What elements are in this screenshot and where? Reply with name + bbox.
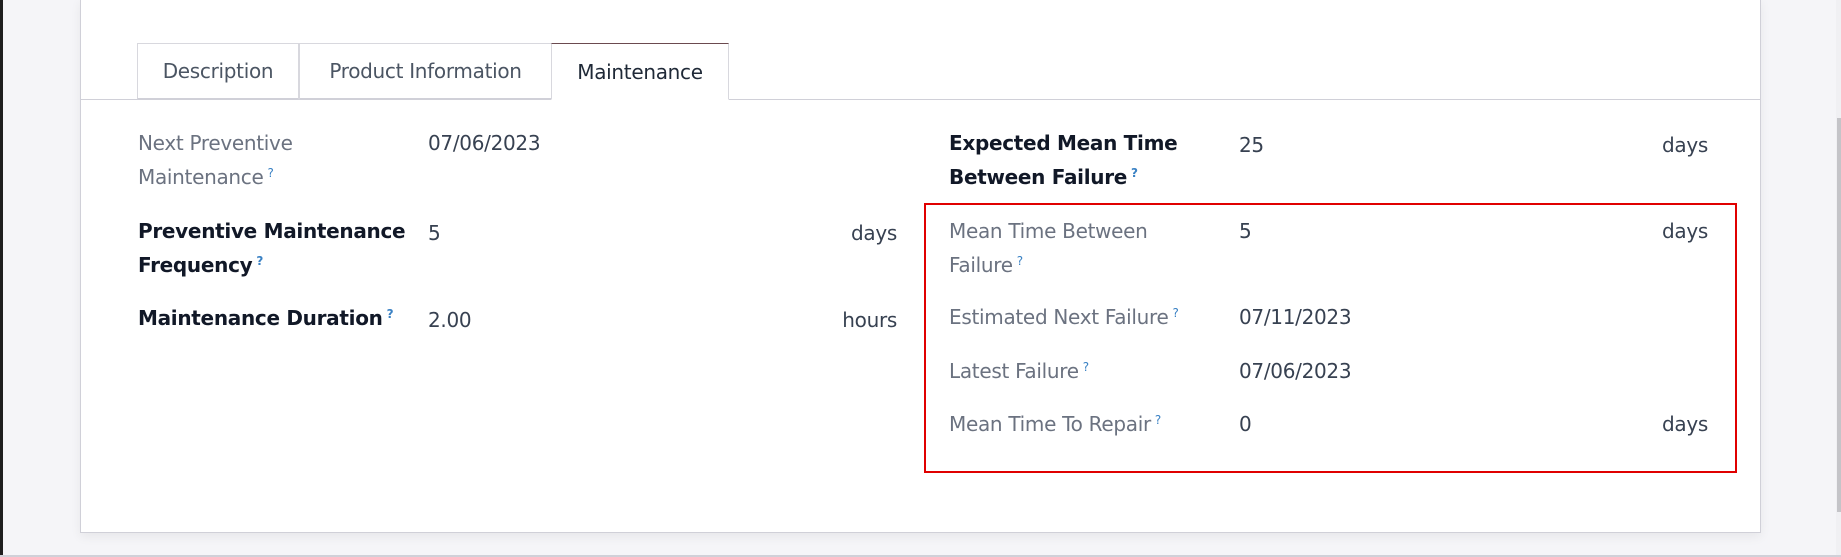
label-line: Failure [949,253,1013,277]
mean-time-to-repair-value: 0 [1239,412,1252,436]
label-line: Between Failure [949,165,1128,189]
mtbf-value: 5 [1239,219,1252,243]
latest-failure-value: 07/06/2023 [1239,359,1352,383]
preventive-maintenance-frequency-label: Preventive Maintenance Frequency? [138,214,406,282]
mean-time-to-repair-unit: days [1661,412,1708,436]
label-line: Frequency [138,253,253,277]
label-line: Preventive Maintenance [138,219,406,243]
maintenance-duration-input[interactable]: 2.00 [428,303,472,337]
tab-description[interactable]: Description [137,43,299,100]
form-sheet: Description Product Information Maintena… [80,0,1761,533]
tab-product-information[interactable]: Product Information [299,43,552,100]
mtbf-label: Mean Time Between Failure? [949,214,1148,282]
help-icon[interactable]: ? [256,254,263,268]
help-icon[interactable]: ? [1173,306,1179,320]
frequency-unit: days [850,221,897,245]
scrollbar-thumb[interactable] [1837,118,1841,512]
preventive-maintenance-frequency-input[interactable]: 5 [428,216,441,250]
expected-mtbf-input[interactable]: 25 [1239,128,1264,162]
label-line: Next Preventive [138,131,293,155]
label-text: Estimated Next Failure [949,305,1169,329]
tab-maintenance[interactable]: Maintenance [551,43,729,100]
label-line: Maintenance [138,165,264,189]
expected-mtbf-label: Expected Mean Time Between Failure? [949,126,1178,194]
duration-unit: hours [842,308,897,332]
expected-mtbf-unit: days [1661,133,1708,157]
label-text: Mean Time To Repair [949,412,1151,436]
left-window-edge [0,0,3,557]
label-line: Mean Time Between [949,219,1148,243]
estimated-next-failure-label: Estimated Next Failure? [949,300,1179,334]
label-text: Latest Failure [949,359,1079,383]
next-preventive-maintenance-value[interactable]: 07/06/2023 [428,126,541,160]
help-icon[interactable]: ? [387,307,394,321]
label-line: Expected Mean Time [949,131,1178,155]
help-icon[interactable]: ? [1017,254,1023,268]
help-icon[interactable]: ? [1131,166,1138,180]
help-icon[interactable]: ? [1083,360,1089,374]
maintenance-duration-label: Maintenance Duration? [138,301,394,335]
next-preventive-maintenance-label: Next Preventive Maintenance? [138,126,293,194]
estimated-next-failure-value: 07/11/2023 [1239,305,1352,329]
help-icon[interactable]: ? [268,166,274,180]
mean-time-to-repair-label: Mean Time To Repair? [949,407,1161,441]
help-icon[interactable]: ? [1155,413,1161,427]
latest-failure-label: Latest Failure? [949,354,1089,388]
label-text: Maintenance Duration [138,306,383,330]
mtbf-unit: days [1661,219,1708,243]
